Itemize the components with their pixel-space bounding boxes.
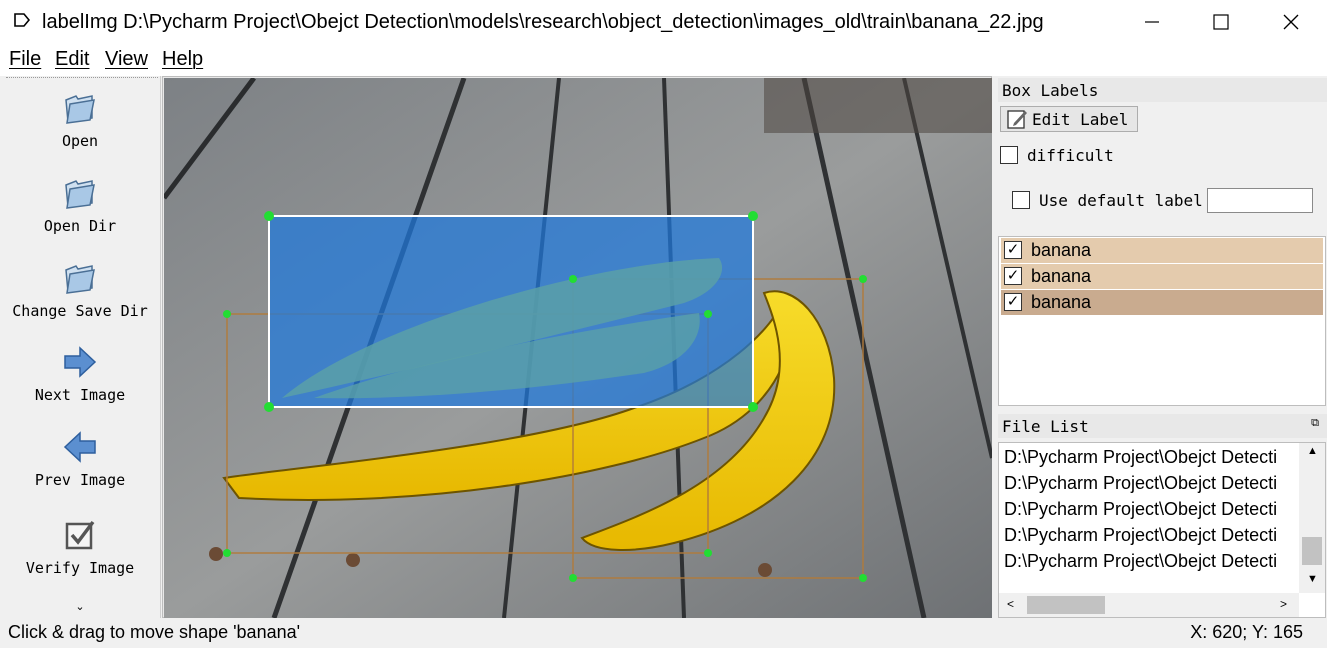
use-default-label-text: Use default label	[1039, 191, 1203, 210]
folder-open-icon	[65, 95, 95, 124]
label-text: banana	[1031, 266, 1092, 286]
label-checkbox[interactable]: ✓	[1004, 267, 1022, 285]
box-labels-panel: Box Labels Edit Label difficult Use defa…	[998, 76, 1327, 406]
close-button[interactable]	[1256, 0, 1326, 44]
menu-view[interactable]: View	[105, 48, 148, 71]
folder-open-icon	[65, 180, 95, 209]
file-list-title: File List	[1002, 417, 1089, 436]
label-text: banana	[1031, 240, 1092, 260]
status-message: Click & drag to move shape 'banana'	[8, 622, 301, 642]
folder-open-icon	[65, 265, 95, 294]
vertical-scrollbar[interactable]: ▲ ▼	[1299, 443, 1325, 593]
edit-label-text: Edit Label	[1032, 109, 1129, 129]
arrow-right-icon	[64, 346, 97, 378]
next-image-label: Next Image	[34, 386, 126, 404]
maximize-button[interactable]	[1186, 0, 1256, 44]
menu-bar: File Edit View Help	[0, 44, 1327, 76]
file-list-item[interactable]: D:\Pycharm Project\Obejct Detecti	[1004, 499, 1277, 520]
scroll-up-icon[interactable]: ▲	[1307, 445, 1318, 457]
next-image-button[interactable]: Next Image	[0, 344, 160, 404]
toolbar-more-button[interactable]: ⌄	[0, 600, 160, 613]
cursor-coordinates: X: 620; Y: 165	[1190, 622, 1303, 642]
horizontal-scroll-thumb[interactable]	[1027, 596, 1105, 614]
scroll-right-icon[interactable]: >	[1280, 597, 1287, 611]
open-dir-label: Open Dir	[43, 217, 117, 235]
arrow-left-icon	[63, 431, 96, 463]
maximize-icon	[1213, 14, 1229, 30]
label-list-item[interactable]: ✓ banana	[1001, 238, 1323, 263]
prev-image-button[interactable]: Prev Image	[0, 429, 160, 489]
title-bar: labelImg D:\Pycharm Project\Obejct Detec…	[0, 0, 1327, 44]
scroll-left-icon[interactable]: <	[1007, 597, 1014, 611]
image-canvas[interactable]	[162, 76, 992, 618]
label-list: ✓ banana ✓ banana ✓ banana	[998, 236, 1326, 406]
change-save-dir-label: Change Save Dir	[12, 302, 148, 320]
file-list-item[interactable]: D:\Pycharm Project\Obejct Detecti	[1004, 551, 1277, 572]
scroll-down-icon[interactable]: ▼	[1307, 573, 1318, 585]
box-labels-title: Box Labels	[1002, 81, 1099, 100]
difficult-label: difficult	[1027, 146, 1114, 165]
file-list-item[interactable]: D:\Pycharm Project\Obejct Detecti	[1004, 473, 1277, 494]
difficult-checkbox[interactable]	[1000, 146, 1018, 164]
toolbar-handle	[6, 77, 158, 78]
menu-file[interactable]: File	[9, 48, 41, 71]
chevron-down-icon: ⌄	[75, 601, 85, 613]
open-dir-button[interactable]: Open Dir	[0, 175, 160, 235]
verify-image-button[interactable]: Verify Image	[0, 517, 160, 577]
label-list-item-selected[interactable]: ✓ banana	[1001, 290, 1323, 315]
edit-label-button[interactable]: Edit Label	[1000, 106, 1138, 132]
edit-icon	[1007, 110, 1027, 129]
close-icon	[1283, 14, 1299, 30]
toolbar: Open Open Dir Change Save Dir Next Image…	[0, 76, 161, 618]
minimize-icon	[1145, 21, 1159, 23]
file-list-item[interactable]: D:\Pycharm Project\Obejct Detecti	[1004, 525, 1277, 546]
label-list-item[interactable]: ✓ banana	[1001, 264, 1323, 289]
change-save-dir-button[interactable]: Change Save Dir	[0, 260, 160, 320]
prev-image-label: Prev Image	[34, 471, 126, 489]
label-text: banana	[1031, 292, 1092, 312]
file-list-item[interactable]: D:\Pycharm Project\Obejct Detecti	[1004, 447, 1277, 468]
file-list: D:\Pycharm Project\Obejct Detecti D:\Pyc…	[998, 442, 1326, 618]
checkbox-icon	[65, 520, 95, 550]
menu-edit[interactable]: Edit	[55, 48, 89, 71]
vertical-scroll-thumb[interactable]	[1302, 537, 1322, 565]
verify-image-label: Verify Image	[25, 559, 135, 577]
minimize-button[interactable]	[1117, 0, 1187, 44]
file-list-panel: File List ⧉ D:\Pycharm Project\Obejct De…	[998, 412, 1327, 618]
app-icon	[14, 13, 30, 27]
label-checkbox[interactable]: ✓	[1004, 293, 1022, 311]
banana-image	[164, 78, 992, 618]
menu-help[interactable]: Help	[162, 48, 203, 71]
open-label: Open	[61, 132, 99, 150]
window-title: labelImg D:\Pycharm Project\Obejct Detec…	[42, 11, 1044, 33]
label-checkbox[interactable]: ✓	[1004, 241, 1022, 259]
open-button[interactable]: Open	[0, 90, 160, 150]
undock-icon[interactable]: ⧉	[1311, 417, 1319, 430]
horizontal-scrollbar[interactable]: < >	[999, 593, 1299, 617]
status-bar: Click & drag to move shape 'banana' X: 6…	[0, 618, 1327, 648]
use-default-label-checkbox[interactable]	[1012, 191, 1030, 209]
default-label-input[interactable]	[1207, 188, 1313, 213]
